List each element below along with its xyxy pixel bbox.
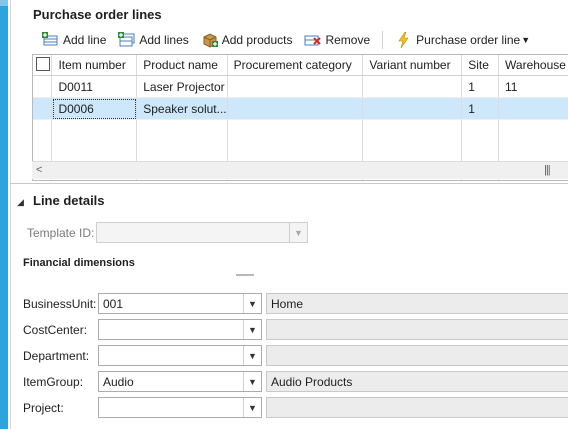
remove-icon <box>304 32 322 48</box>
variant-number-cell[interactable] <box>362 75 463 98</box>
purchase-order-line-menu[interactable]: Purchase order line ▼ <box>389 28 536 52</box>
toolbar-separator <box>382 31 384 49</box>
chevron-down-icon[interactable]: ▼ <box>289 223 307 242</box>
add-products-icon <box>201 32 219 48</box>
business-unit-label: BusinessUnit: <box>23 297 97 311</box>
department-field[interactable]: ▼ <box>98 345 262 366</box>
purchase-order-lines-title: Purchase order lines <box>33 7 162 22</box>
lines-toolbar: Add line Add lines Add products Remove P… <box>36 27 536 53</box>
splitter-handle[interactable] <box>236 274 254 276</box>
column-header-procurement-category[interactable]: Procurement category <box>227 55 364 76</box>
product-name-cell[interactable]: Speaker solut... <box>136 97 228 120</box>
chevron-down-icon[interactable]: ▼ <box>243 320 261 339</box>
select-all-header[interactable] <box>33 55 53 76</box>
project-field[interactable]: ▼ <box>98 397 262 418</box>
collapse-triangle-icon[interactable]: ◢ <box>17 197 24 208</box>
product-name-cell[interactable]: Laser Projector <box>136 75 228 98</box>
add-line-button[interactable]: Add line <box>36 28 112 52</box>
left-accent-bar <box>0 0 8 429</box>
project-description <box>266 397 568 418</box>
purchase-order-line-label: Purchase order line <box>416 33 521 47</box>
add-products-label: Add products <box>221 33 293 47</box>
item-group-field[interactable]: Audio ▼ <box>98 371 262 392</box>
warehouse-cell[interactable]: 11 <box>498 75 568 98</box>
scroll-left-icon[interactable]: < <box>36 164 42 176</box>
item-group-description: Audio Products <box>266 371 568 392</box>
horizontal-scrollbar[interactable]: < ||| <box>32 161 568 179</box>
item-number-cell[interactable]: D0006 <box>51 97 138 120</box>
project-label: Project: <box>23 401 64 415</box>
variant-number-cell[interactable] <box>362 97 463 120</box>
cost-center-description <box>266 319 568 340</box>
cost-center-label: CostCenter: <box>23 323 88 337</box>
item-number-cell[interactable]: D0011 <box>51 75 138 98</box>
row-selector[interactable] <box>33 75 53 98</box>
table-row[interactable]: D0011 Laser Projector 1 11 <box>33 75 568 98</box>
chevron-down-icon[interactable]: ▼ <box>243 398 261 417</box>
financial-dimensions-title: Financial dimensions <box>23 257 135 269</box>
column-header-variant-number[interactable]: Variant number <box>362 55 463 76</box>
procurement-category-cell[interactable] <box>227 75 364 98</box>
add-lines-button[interactable]: Add lines <box>112 28 194 52</box>
column-header-product-name[interactable]: Product name <box>136 55 228 76</box>
chevron-down-icon[interactable]: ▼ <box>243 294 261 313</box>
business-unit-value: 001 <box>103 297 124 311</box>
business-unit-description: Home <box>266 293 568 314</box>
warehouse-cell[interactable] <box>498 97 568 120</box>
cost-center-field[interactable]: ▼ <box>98 319 262 340</box>
line-details-title: Line details <box>33 193 105 208</box>
template-id-field[interactable]: ▼ <box>96 222 308 243</box>
column-header-item-number[interactable]: Item number <box>51 55 138 76</box>
select-all-checkbox[interactable] <box>36 56 50 71</box>
add-products-button[interactable]: Add products <box>195 28 299 52</box>
caret-down-icon: ▼ <box>521 35 531 45</box>
chevron-down-icon[interactable]: ▼ <box>243 372 261 391</box>
section-divider <box>10 183 568 184</box>
column-header-site[interactable]: Site <box>461 55 500 76</box>
site-cell[interactable]: 1 <box>461 97 500 120</box>
scroll-grip-icon[interactable]: ||| <box>544 164 551 176</box>
template-id-label: Template ID: <box>27 226 95 240</box>
procurement-category-cell[interactable] <box>227 97 364 120</box>
site-cell[interactable]: 1 <box>461 75 500 98</box>
item-group-value: Audio <box>103 375 134 389</box>
add-line-label: Add line <box>63 33 107 47</box>
add-line-icon <box>42 32 60 48</box>
column-header-warehouse[interactable]: Warehouse <box>498 55 568 76</box>
row-selector[interactable] <box>33 97 53 120</box>
chevron-down-icon[interactable]: ▼ <box>243 346 261 365</box>
department-label: Department: <box>23 349 90 363</box>
remove-label: Remove <box>325 33 371 47</box>
add-lines-label: Add lines <box>139 33 189 47</box>
table-row-selected[interactable]: D0006 Speaker solut... 1 <box>33 97 568 120</box>
remove-button[interactable]: Remove <box>298 28 376 52</box>
business-unit-field[interactable]: 001 ▼ <box>98 293 262 314</box>
add-lines-icon <box>118 32 136 48</box>
department-description <box>266 345 568 366</box>
pane-border <box>10 0 11 429</box>
item-group-label: ItemGroup: <box>23 375 84 389</box>
lightning-icon <box>395 32 413 48</box>
